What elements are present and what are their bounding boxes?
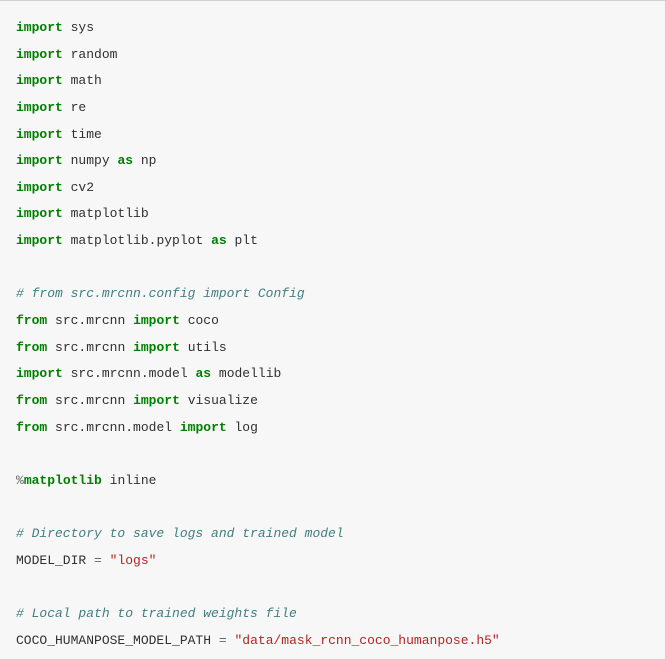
keyword-from: from bbox=[16, 313, 47, 328]
operator-equals: = bbox=[219, 633, 227, 648]
keyword-import: import bbox=[16, 206, 63, 221]
keyword-import: import bbox=[16, 153, 63, 168]
code-line: %matplotlib inline bbox=[16, 468, 649, 495]
comment-text: # Local path to trained weights file bbox=[16, 606, 297, 621]
string-literal: "data/mask_rcnn_coco_humanpose.h5" bbox=[234, 633, 499, 648]
keyword-import: import bbox=[180, 420, 227, 435]
code-line: from src.mrcnn import visualize bbox=[16, 388, 649, 415]
code-line: # Local path to trained weights file bbox=[16, 601, 649, 628]
code-line bbox=[16, 255, 649, 282]
code-line bbox=[16, 495, 649, 522]
keyword-import: import bbox=[133, 340, 180, 355]
code-line: from src.mrcnn import utils bbox=[16, 335, 649, 362]
magic-keyword: matplotlib bbox=[24, 473, 102, 488]
code-line: import matplotlib.pyplot as plt bbox=[16, 228, 649, 255]
code-line: MODEL_DIR = "logs" bbox=[16, 548, 649, 575]
module-name: src.mrcnn bbox=[55, 313, 125, 328]
keyword-as: as bbox=[195, 366, 211, 381]
keyword-import: import bbox=[16, 20, 63, 35]
comment-text: # from src.mrcnn.config import Config bbox=[16, 286, 305, 301]
keyword-from: from bbox=[16, 393, 47, 408]
imported-name: utils bbox=[188, 340, 227, 355]
module-name: matplotlib.pyplot bbox=[71, 233, 204, 248]
code-line: import math bbox=[16, 68, 649, 95]
module-name: matplotlib bbox=[71, 206, 149, 221]
module-name: random bbox=[71, 47, 118, 62]
keyword-as: as bbox=[117, 153, 133, 168]
module-name: numpy bbox=[71, 153, 110, 168]
code-line: import sys bbox=[16, 15, 649, 42]
alias-name: plt bbox=[234, 233, 257, 248]
code-line: # from src.mrcnn.config import Config bbox=[16, 281, 649, 308]
keyword-import: import bbox=[16, 127, 63, 142]
code-line: from src.mrcnn import coco bbox=[16, 308, 649, 335]
alias-name: np bbox=[141, 153, 157, 168]
module-name: math bbox=[71, 73, 102, 88]
code-line bbox=[16, 574, 649, 601]
string-literal: "logs" bbox=[110, 553, 157, 568]
code-line: import re bbox=[16, 95, 649, 122]
identifier: COCO_HUMANPOSE_MODEL_PATH bbox=[16, 633, 211, 648]
alias-name: modellib bbox=[219, 366, 281, 381]
code-line: import numpy as np bbox=[16, 148, 649, 175]
code-line: import cv2 bbox=[16, 175, 649, 202]
imported-name: coco bbox=[188, 313, 219, 328]
module-name: src.mrcnn.model bbox=[55, 420, 172, 435]
code-block: import sysimport randomimport mathimport… bbox=[16, 15, 649, 654]
code-line: COCO_HUMANPOSE_MODEL_PATH = "data/mask_r… bbox=[16, 628, 649, 655]
module-name: re bbox=[71, 100, 87, 115]
keyword-import: import bbox=[16, 100, 63, 115]
keyword-import: import bbox=[16, 73, 63, 88]
keyword-import: import bbox=[16, 233, 63, 248]
comment-text: # Directory to save logs and trained mod… bbox=[16, 526, 344, 541]
keyword-import: import bbox=[16, 47, 63, 62]
code-line: # Directory to save logs and trained mod… bbox=[16, 521, 649, 548]
keyword-import: import bbox=[16, 180, 63, 195]
module-name: cv2 bbox=[71, 180, 94, 195]
code-line: import src.mrcnn.model as modellib bbox=[16, 361, 649, 388]
keyword-from: from bbox=[16, 340, 47, 355]
keyword-import: import bbox=[133, 393, 180, 408]
magic-operator: % bbox=[16, 473, 24, 488]
code-line: import random bbox=[16, 42, 649, 69]
keyword-import: import bbox=[16, 366, 63, 381]
module-name: sys bbox=[71, 20, 94, 35]
module-name: time bbox=[71, 127, 102, 142]
code-line: from src.mrcnn.model import log bbox=[16, 415, 649, 442]
module-name: src.mrcnn bbox=[55, 340, 125, 355]
code-line bbox=[16, 441, 649, 468]
module-name: src.mrcnn bbox=[55, 393, 125, 408]
imported-name: log bbox=[235, 420, 258, 435]
code-line: import matplotlib bbox=[16, 201, 649, 228]
module-name: src.mrcnn.model bbox=[71, 366, 188, 381]
operator-equals: = bbox=[94, 553, 102, 568]
code-line: import time bbox=[16, 122, 649, 149]
keyword-from: from bbox=[16, 420, 47, 435]
keyword-as: as bbox=[211, 233, 227, 248]
identifier: MODEL_DIR bbox=[16, 553, 86, 568]
magic-arg: inline bbox=[110, 473, 157, 488]
keyword-import: import bbox=[133, 313, 180, 328]
imported-name: visualize bbox=[188, 393, 258, 408]
